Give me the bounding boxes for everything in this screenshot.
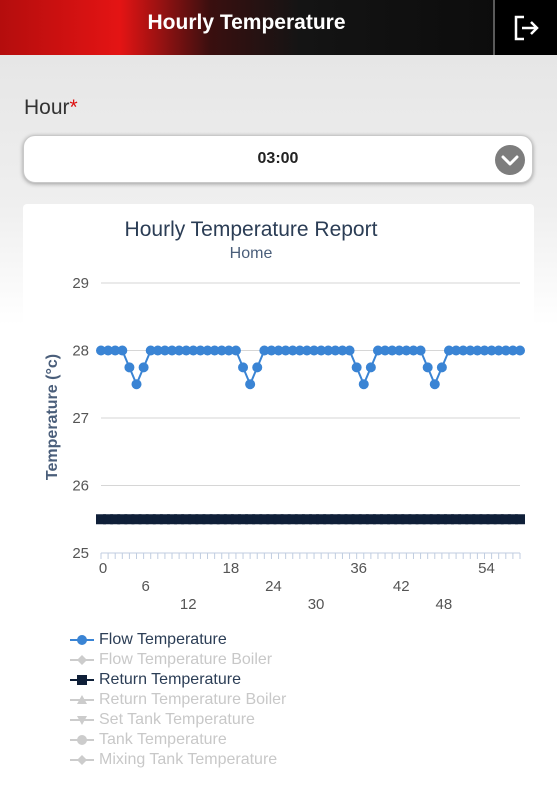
- legend-label: Tank Temperature: [99, 731, 227, 748]
- y-tick-label: 27: [72, 410, 89, 427]
- flow-temperature-point: [238, 362, 249, 373]
- legend-symbol: [70, 716, 94, 725]
- legend-label: Return Temperature Boiler: [99, 691, 287, 708]
- legend-symbol: [70, 655, 94, 665]
- legend-symbol: [70, 635, 94, 645]
- flow-temperature-point: [422, 362, 433, 373]
- legend-symbol: [70, 695, 94, 704]
- x-tick-label: 18: [222, 560, 239, 577]
- chart-legend: Flow Temperature Flow Temperature Boiler R…: [70, 630, 370, 770]
- flow-temperature-point: [415, 345, 426, 356]
- x-tick-label: 42: [393, 578, 410, 595]
- y-tick-label: 29: [72, 275, 89, 292]
- flow-temperature-point: [252, 362, 263, 373]
- flow-temperature-point: [117, 345, 128, 356]
- flow-temperature-point: [131, 379, 142, 390]
- legend-item[interactable]: Flow Temperature Boiler: [70, 650, 370, 670]
- x-tick-label: 24: [265, 578, 282, 595]
- legend-label: Flow Temperature: [99, 631, 227, 648]
- flow-temperature-point: [429, 379, 440, 390]
- legend-symbol: [70, 735, 94, 745]
- legend-label: Return Temperature: [99, 671, 241, 688]
- x-tick-label: 12: [180, 596, 197, 613]
- flow-temperature-point: [351, 362, 362, 373]
- flow-temperature-point: [344, 345, 355, 356]
- x-tick-label: 36: [350, 560, 367, 577]
- x-tick-label: 0: [99, 560, 107, 577]
- legend-item[interactable]: Return Temperature: [70, 670, 370, 690]
- legend-symbol: [70, 755, 94, 765]
- legend-symbol: [70, 675, 94, 685]
- y-tick-label: 28: [72, 343, 89, 360]
- flow-temperature-point: [515, 345, 525, 356]
- flow-temperature-point: [124, 362, 135, 373]
- flow-temperature-point: [436, 362, 447, 373]
- flow-temperature-point: [365, 362, 376, 373]
- legend-label: Set Tank Temperature: [99, 711, 255, 728]
- return-temperature-point: [515, 514, 525, 525]
- x-tick-label: 30: [308, 596, 325, 613]
- x-tick-label: 48: [436, 596, 453, 613]
- temperature-chart: 25 26 27 28 29 0 6 12 18 24 30 36 42 48 54 Temperature …: [44, 275, 525, 613]
- legend-item[interactable]: Set Tank Temperature: [70, 710, 370, 730]
- y-axis-title: Temperature (°c): [44, 354, 61, 480]
- x-tick-label: 6: [141, 578, 149, 595]
- legend-label: Mixing Tank Temperature: [99, 751, 278, 768]
- legend-item[interactable]: Mixing Tank Temperature: [70, 750, 370, 770]
- flow-temperature-line: [101, 349, 520, 387]
- y-tick-label: 26: [72, 478, 89, 495]
- x-tick-label: 54: [478, 560, 495, 577]
- flow-temperature-point: [138, 362, 149, 373]
- flow-temperature-point: [358, 379, 369, 390]
- flow-temperature-point: [230, 345, 241, 356]
- legend-item[interactable]: Tank Temperature: [70, 730, 370, 750]
- legend-item[interactable]: Flow Temperature: [70, 630, 370, 650]
- legend-item[interactable]: Return Temperature Boiler: [70, 690, 370, 710]
- legend-label: Flow Temperature Boiler: [99, 651, 273, 668]
- y-tick-label: 25: [72, 545, 89, 562]
- flow-temperature-point: [245, 379, 256, 390]
